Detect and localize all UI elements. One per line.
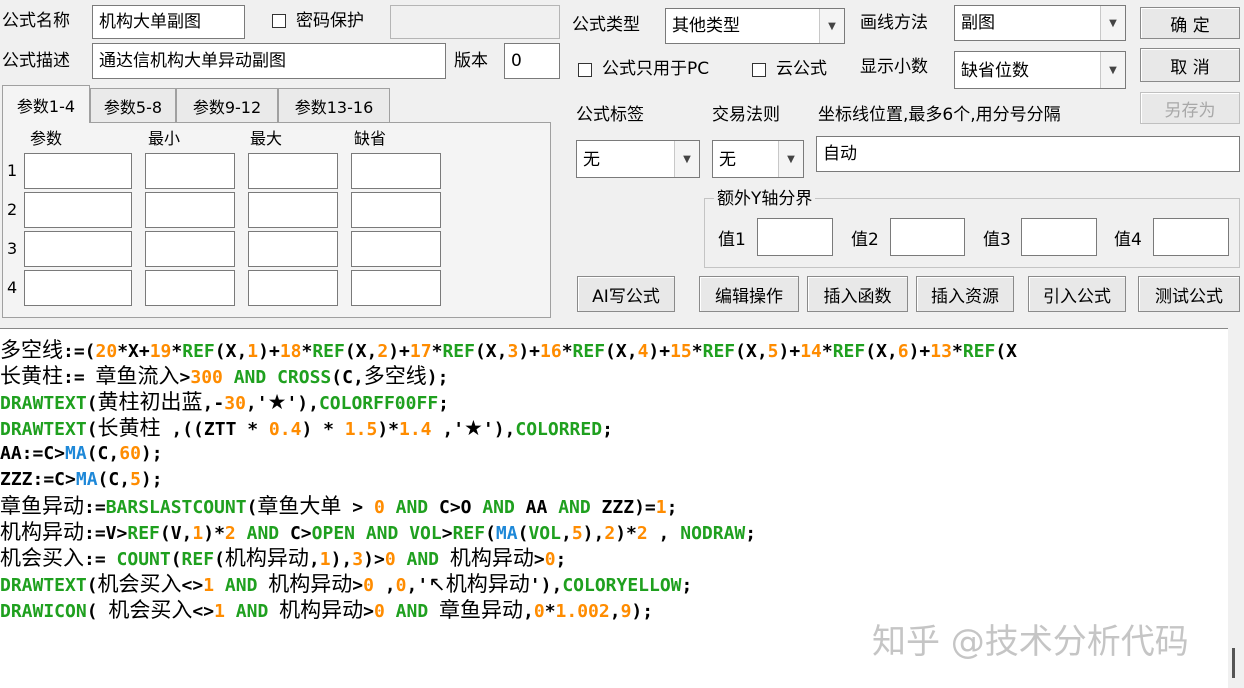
cloud-label: 云公式	[776, 59, 827, 79]
code-line: 章鱼异动:=BARSLASTCOUNT(章鱼大单 > 0 AND C>O AND…	[0, 494, 678, 518]
param-4-min[interactable]	[145, 270, 235, 306]
formula-tag-select[interactable]: 无 ▼	[576, 140, 700, 178]
pc-only-checkbox[interactable]	[578, 63, 592, 77]
tab-params-1-4[interactable]: 参数1-4	[2, 85, 90, 123]
param-3-max[interactable]	[248, 231, 338, 267]
draw-method-value: 副图	[961, 13, 995, 33]
formula-name-label: 公式名称	[2, 11, 70, 31]
save-as-button: 另存为	[1140, 92, 1240, 124]
editor-scrollbar[interactable]	[1228, 328, 1244, 687]
formula-type-label: 公式类型	[572, 15, 640, 35]
watermark: 知乎 @技术分析代码	[872, 622, 1189, 662]
param-1-max[interactable]	[248, 153, 338, 189]
code-line: 长黄柱:= 章鱼流入>300 AND CROSS(C,多空线);	[0, 364, 449, 388]
param-1-default[interactable]	[351, 153, 441, 189]
param-4-name[interactable]	[24, 270, 132, 306]
param-2-max[interactable]	[248, 192, 338, 228]
chevron-down-icon[interactable]: ▼	[674, 141, 699, 177]
param-2-default[interactable]	[351, 192, 441, 228]
chevron-down-icon[interactable]: ▼	[1100, 52, 1125, 88]
code-line: 多空线:=(20*X+19*REF(X,1)+18*REF(X,2)+17*RE…	[0, 338, 1018, 362]
value3-input[interactable]	[1021, 218, 1097, 256]
version-input[interactable]: 0	[504, 43, 560, 79]
code-line: 机构异动:=V>REF(V,1)*2 AND C>OPEN AND VOL>RE…	[0, 520, 757, 544]
draw-method-select[interactable]: 副图 ▼	[954, 5, 1126, 41]
coord-line-label: 坐标线位置,最多6个,用分号分隔	[818, 105, 1061, 125]
extra-y-axis-label: 额外Y轴分界	[714, 188, 816, 210]
test-formula-button[interactable]: 测试公式	[1138, 276, 1240, 312]
draw-method-label: 画线方法	[860, 13, 928, 33]
value4-input[interactable]	[1153, 218, 1229, 256]
insert-resource-button[interactable]: 插入资源	[916, 276, 1014, 312]
tab-params-13-16[interactable]: 参数13-16	[278, 88, 390, 122]
decimals-select[interactable]: 缺省位数 ▼	[954, 51, 1126, 89]
params-header-name: 参数	[30, 129, 63, 148]
code-line: AA:=C>MA(C,60);	[0, 443, 163, 464]
formula-type-value: 其他类型	[672, 16, 740, 36]
param-3-name[interactable]	[24, 231, 132, 267]
value3-label: 值3	[983, 230, 1011, 250]
formula-desc-input[interactable]: 通达信机构大单异动副图	[92, 43, 446, 79]
formula-type-select[interactable]: 其他类型 ▼	[665, 8, 845, 44]
trade-rule-label: 交易法则	[712, 105, 780, 125]
formula-tag-label: 公式标签	[576, 105, 644, 125]
import-formula-button[interactable]: 引入公式	[1028, 276, 1126, 312]
param-1-min[interactable]	[145, 153, 235, 189]
formula-tag-value: 无	[583, 150, 600, 170]
param-3-default[interactable]	[351, 231, 441, 267]
chevron-down-icon[interactable]: ▼	[819, 9, 844, 43]
value1-label: 值1	[718, 230, 746, 250]
coord-line-input[interactable]: 自动	[816, 136, 1240, 172]
code-line: DRAWTEXT(机会买入<>1 AND 机构异动>0 ,0,'↖机构异动'),…	[0, 572, 693, 596]
password-checkbox[interactable]	[272, 14, 286, 28]
param-row-index: 3	[7, 239, 18, 258]
cancel-button[interactable]: 取 消	[1140, 48, 1240, 82]
chevron-down-icon[interactable]: ▼	[1100, 6, 1125, 40]
formula-name-input[interactable]: 机构大单副图	[92, 5, 245, 39]
decimals-value: 缺省位数	[961, 61, 1029, 81]
param-1-name[interactable]	[24, 153, 132, 189]
param-4-default[interactable]	[351, 270, 441, 306]
params-header-default: 缺省	[354, 129, 387, 148]
params-header-min: 最小	[148, 129, 181, 148]
param-row-index: 2	[7, 200, 18, 219]
password-label: 密码保护	[296, 11, 364, 31]
params-header-max: 最大	[250, 129, 283, 148]
param-row-index: 1	[7, 161, 18, 180]
value1-input[interactable]	[757, 218, 833, 256]
param-2-name[interactable]	[24, 192, 132, 228]
tab-params-9-12[interactable]: 参数9-12	[176, 88, 278, 122]
insert-function-button[interactable]: 插入函数	[807, 276, 908, 312]
pc-only-label: 公式只用于PC	[602, 59, 710, 79]
param-4-max[interactable]	[248, 270, 338, 306]
param-row-index: 4	[7, 278, 18, 297]
code-line: DRAWTEXT(黄柱初出蓝,-30,'★'),COLORFF00FF;	[0, 390, 450, 414]
scrollbar-thumb[interactable]	[1232, 648, 1235, 678]
trade-rule-select[interactable]: 无 ▼	[712, 140, 804, 178]
param-2-min[interactable]	[145, 192, 235, 228]
value2-label: 值2	[851, 230, 879, 250]
cloud-checkbox[interactable]	[752, 63, 766, 77]
chevron-down-icon[interactable]: ▼	[778, 141, 803, 177]
trade-rule-value: 无	[719, 150, 736, 170]
password-input	[390, 5, 560, 39]
ai-write-button[interactable]: AI写公式	[577, 276, 675, 312]
code-line: 机会买入:= COUNT(REF(机构异动,1),3)>0 AND 机构异动>0…	[0, 546, 567, 570]
code-line: ZZZ:=C>MA(C,5);	[0, 469, 163, 490]
version-label: 版本	[454, 51, 488, 71]
param-3-min[interactable]	[145, 231, 235, 267]
value4-label: 值4	[1114, 230, 1142, 250]
formula-desc-label: 公式描述	[2, 51, 70, 71]
decimals-label: 显示小数	[860, 57, 928, 77]
value2-input[interactable]	[890, 218, 965, 256]
ok-button[interactable]: 确 定	[1140, 7, 1240, 39]
tab-params-5-8[interactable]: 参数5-8	[90, 88, 176, 122]
code-line: DRAWTEXT(长黄柱 ,((ZTT * 0.4) * 1.5)*1.4 ,'…	[0, 416, 613, 440]
edit-ops-button[interactable]: 编辑操作	[699, 276, 799, 312]
code-line: DRAWICON( 机会买入<>1 AND 机构异动>0 AND 章鱼异动,0*…	[0, 598, 654, 622]
